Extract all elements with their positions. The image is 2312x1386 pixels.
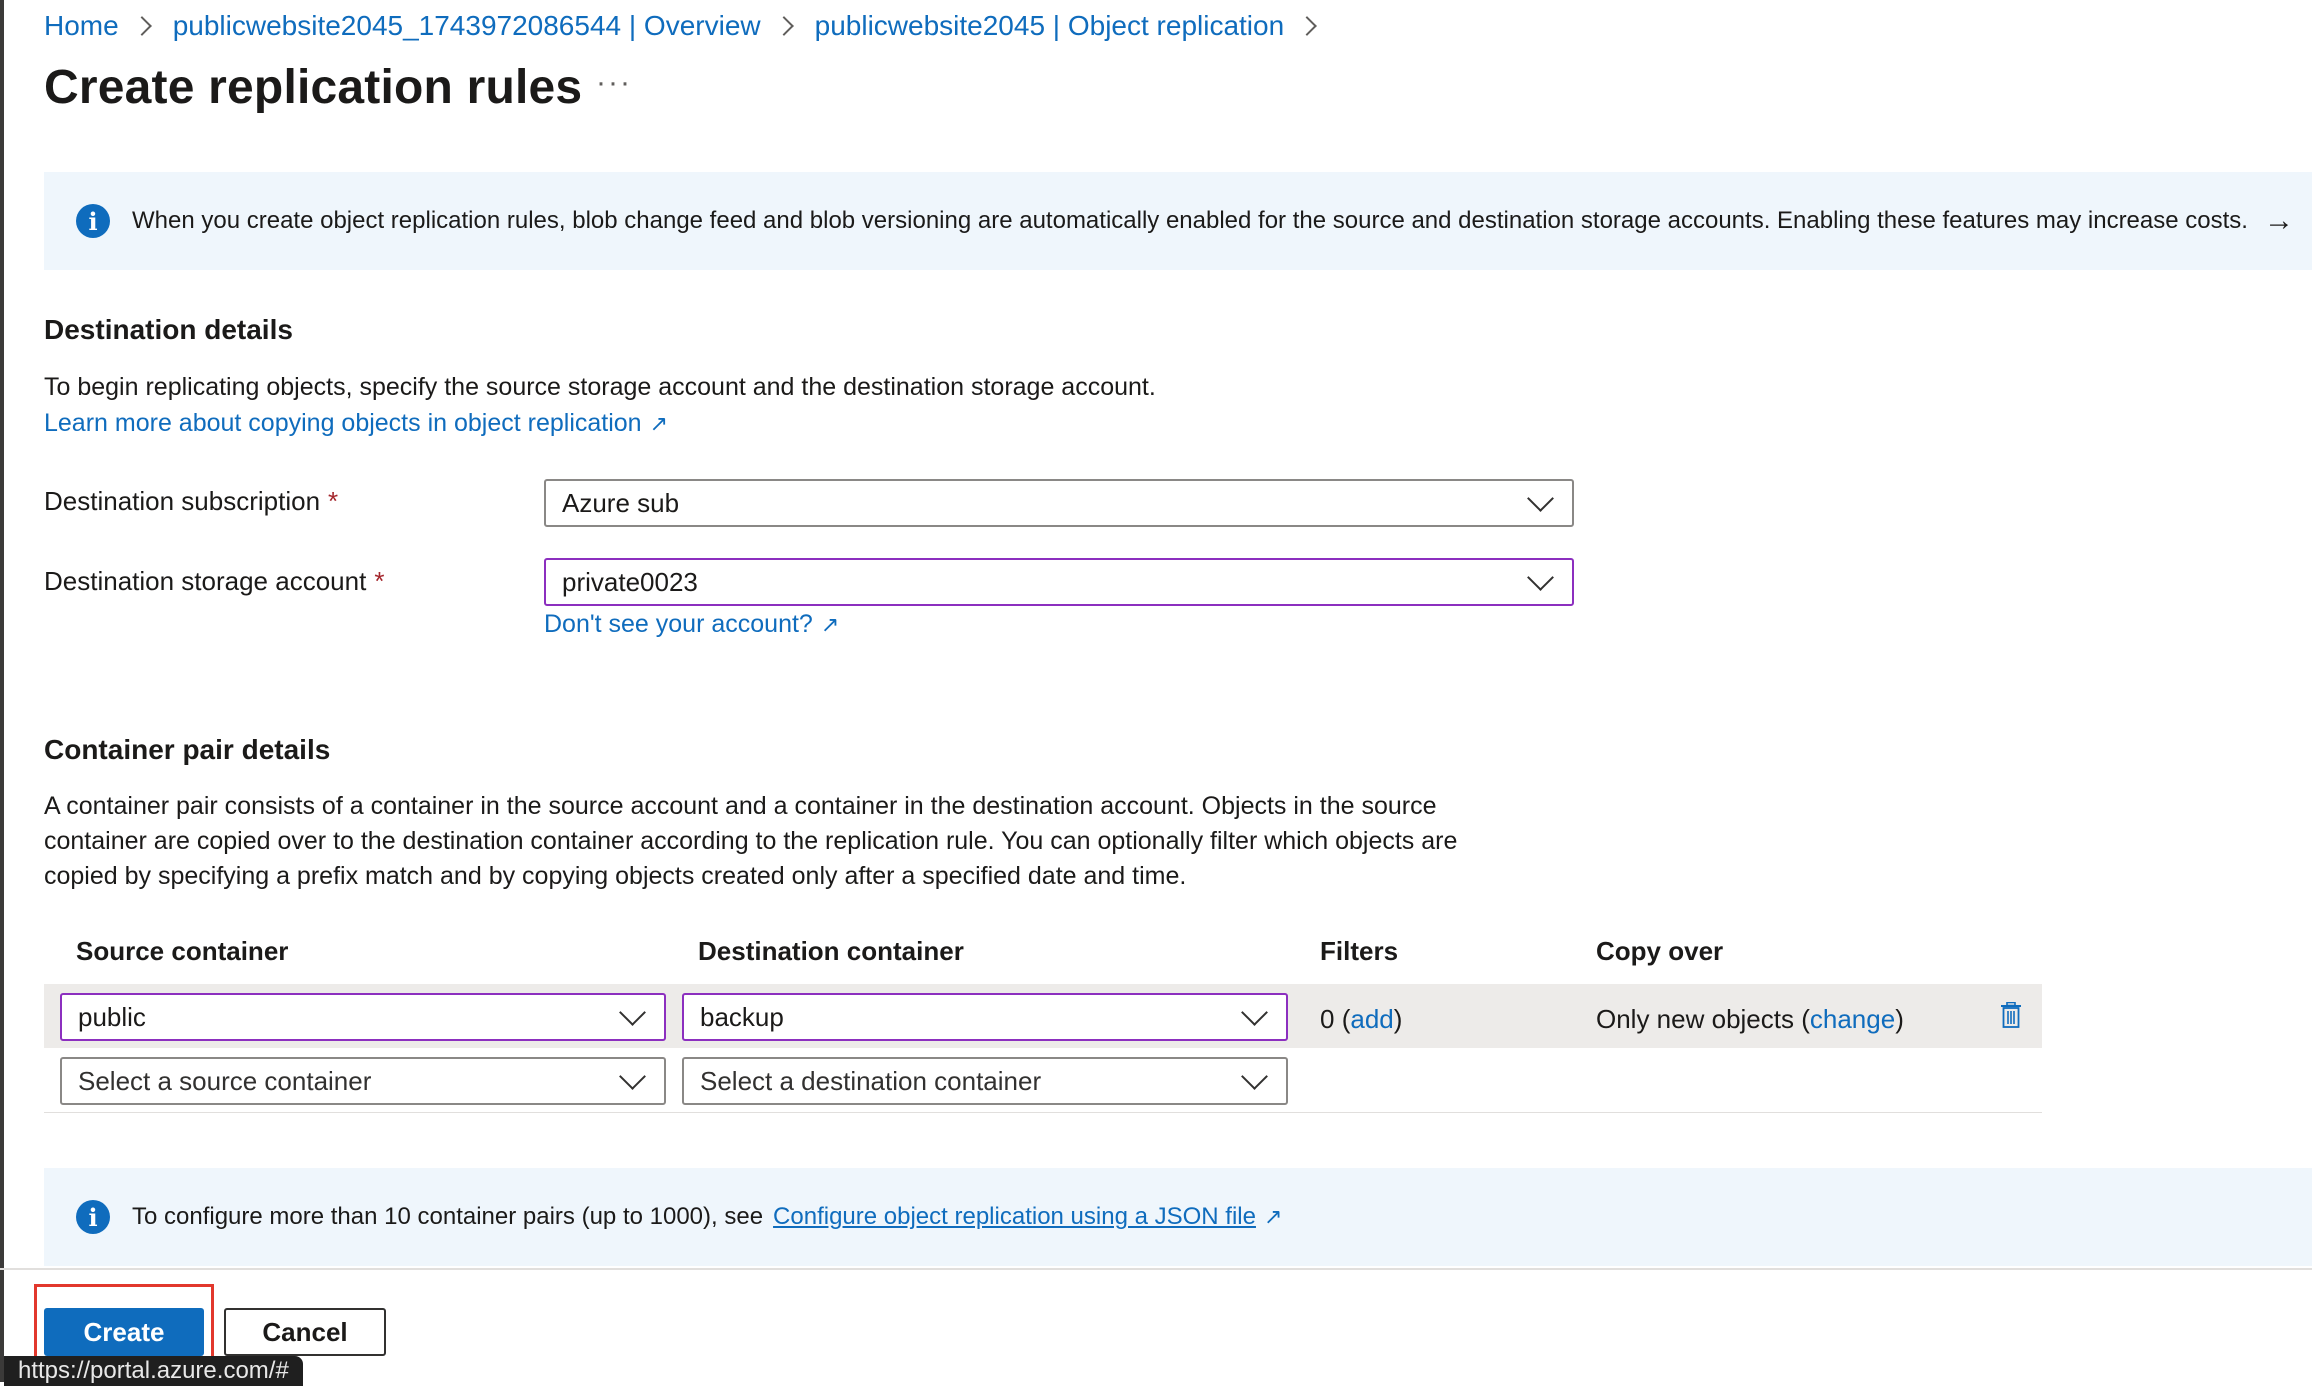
- chevron-down-icon: [1527, 484, 1554, 512]
- container-pair-heading: Container pair details: [44, 734, 331, 765]
- dropdown-value: public: [78, 1001, 146, 1032]
- configure-json-link[interactable]: Configure object replication using a JSO…: [773, 1203, 1256, 1231]
- change-copy-over-link[interactable]: change: [1810, 1004, 1895, 1034]
- account-label-text: Destination storage account: [44, 566, 367, 596]
- chevron-down-icon: [619, 1062, 646, 1090]
- window-left-edge: [0, 0, 4, 1382]
- dont-see-account-link[interactable]: Don't see your account?: [544, 610, 813, 638]
- arrow-right-icon[interactable]: →: [2264, 204, 2294, 238]
- info-icon: i: [76, 1200, 110, 1234]
- external-link-icon: ↗: [1263, 1204, 1283, 1229]
- learn-more-link[interactable]: Learn more about copying objects in obje…: [44, 409, 642, 437]
- page-title: Create replication rules: [44, 61, 583, 114]
- learn-more-row: Learn more about copying objects in obje…: [44, 406, 668, 441]
- chevron-right-icon: [773, 16, 794, 36]
- info-icon: i: [76, 204, 110, 238]
- dropdown-placeholder: Select a destination container: [700, 1065, 1042, 1096]
- footer-divider: [0, 1268, 2312, 1270]
- external-link-icon: ↗: [649, 411, 669, 436]
- info-banner-json-text: To configure more than 10 container pair…: [132, 1203, 764, 1230]
- column-header-destination: Destination container: [698, 936, 964, 966]
- column-header-copy-over: Copy over: [1596, 936, 1724, 966]
- dropdown-value: private0023: [562, 566, 698, 597]
- required-indicator: *: [374, 566, 385, 596]
- chevron-down-icon: [619, 998, 646, 1026]
- destination-details-heading: Destination details: [44, 314, 293, 345]
- container-pair-description-line-3: copied by specifying a prefix match and …: [44, 862, 1187, 890]
- copy-over-cell: Only new objects (change): [1596, 1004, 1904, 1034]
- delete-icon[interactable]: [2000, 1002, 2022, 1028]
- dropdown-value: backup: [700, 1001, 784, 1032]
- account-help-row: Don't see your account? ↗: [544, 607, 839, 642]
- breadcrumb: Home publicwebsite2045_1743972086544 | O…: [44, 6, 1338, 46]
- breadcrumb-home[interactable]: Home: [44, 10, 119, 42]
- destination-account-label: Destination storage account *: [44, 566, 384, 597]
- filters-cell: 0 (add): [1320, 1004, 1403, 1034]
- chevron-right-icon: [131, 16, 152, 36]
- filters-count: 0: [1320, 1004, 1335, 1034]
- chevron-right-icon: [1297, 16, 1318, 36]
- dropdown-value: Azure sub: [562, 487, 680, 518]
- new-destination-container-dropdown[interactable]: Select a destination container: [682, 1057, 1288, 1105]
- chevron-down-icon: [1241, 1062, 1268, 1090]
- destination-subscription-label: Destination subscription *: [44, 486, 338, 517]
- info-banner-text: When you create object replication rules…: [132, 207, 2248, 234]
- cancel-button[interactable]: Cancel: [224, 1308, 386, 1356]
- destination-account-dropdown[interactable]: private0023: [544, 558, 1574, 606]
- breadcrumb-overview[interactable]: publicwebsite2045_1743972086544 | Overvi…: [173, 10, 761, 42]
- add-filter-link[interactable]: add: [1350, 1004, 1393, 1034]
- external-link-icon: ↗: [820, 612, 840, 637]
- source-container-dropdown[interactable]: public: [60, 993, 666, 1041]
- chevron-down-icon: [1527, 563, 1554, 591]
- copy-over-value: Only new objects: [1596, 1004, 1794, 1034]
- destination-container-dropdown[interactable]: backup: [682, 993, 1288, 1041]
- column-header-filters: Filters: [1320, 936, 1399, 966]
- breadcrumb-object-replication[interactable]: publicwebsite2045 | Object replication: [815, 10, 1285, 42]
- container-pair-description-line-1: A container pair consists of a container…: [44, 792, 1437, 820]
- new-source-container-dropdown[interactable]: Select a source container: [60, 1057, 666, 1105]
- chevron-down-icon: [1241, 998, 1268, 1026]
- info-banner-costs: i When you create object replication rul…: [44, 172, 2312, 270]
- dropdown-placeholder: Select a source container: [78, 1065, 372, 1096]
- row-divider: [44, 1112, 2042, 1113]
- container-pair-description-line-2: container are copied over to the destina…: [44, 827, 1458, 855]
- more-options-button[interactable]: ···: [596, 66, 632, 100]
- destination-description: To begin replicating objects, specify th…: [44, 373, 1156, 401]
- info-banner-json: i To configure more than 10 container pa…: [44, 1168, 2312, 1266]
- required-indicator: *: [328, 486, 339, 516]
- subscription-label-text: Destination subscription: [44, 486, 321, 516]
- destination-subscription-dropdown[interactable]: Azure sub: [544, 479, 1574, 527]
- column-header-source: Source container: [76, 936, 289, 966]
